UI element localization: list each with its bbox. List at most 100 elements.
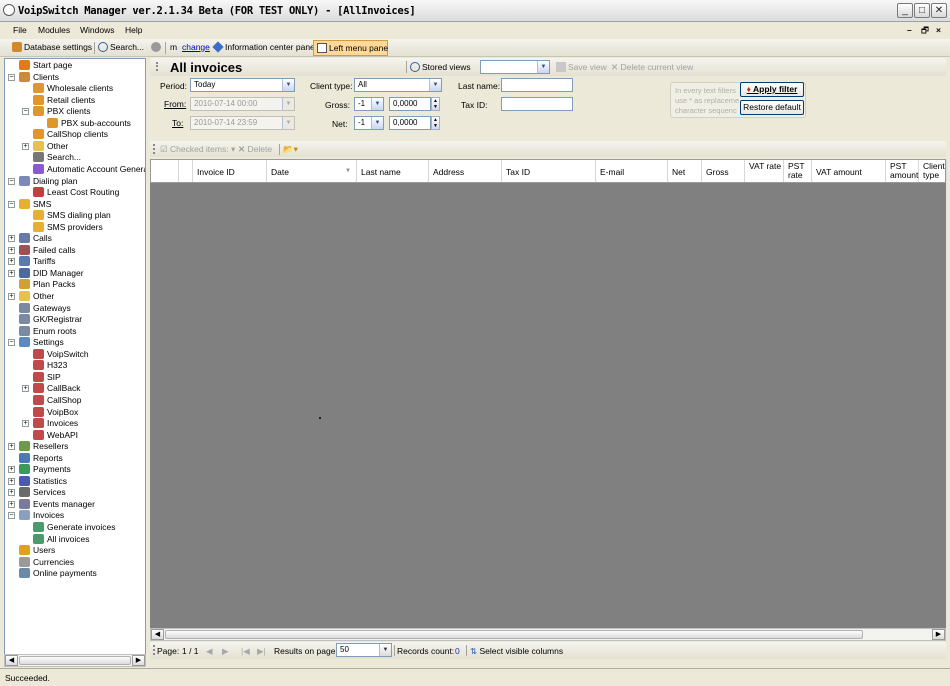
grid-column-header[interactable]: VAT amount: [812, 160, 886, 182]
tree-item[interactable]: Services: [19, 487, 66, 498]
database-settings-button[interactable]: Database settings: [12, 42, 92, 52]
close-button[interactable]: ✕: [931, 3, 947, 18]
grid-column-header[interactable]: Tax ID: [502, 160, 596, 182]
mdi-minimize-icon[interactable]: –: [907, 25, 912, 35]
tree-item[interactable]: Payments: [19, 464, 71, 475]
tree-item[interactable]: Tariffs: [19, 256, 56, 267]
tree-item[interactable]: Search...: [33, 152, 81, 163]
tree-item[interactable]: Events manager: [19, 498, 95, 510]
tree-item[interactable]: Least Cost Routing: [33, 187, 119, 198]
tree-item[interactable]: Failed calls: [19, 244, 76, 256]
grid-column-header[interactable]: E-mail: [596, 160, 668, 182]
collapse-icon[interactable]: −: [8, 177, 15, 185]
gross-operator-select[interactable]: -1 ▼: [354, 97, 384, 111]
gross-input[interactable]: 0,0000: [389, 97, 431, 111]
expand-icon[interactable]: +: [8, 235, 15, 243]
tree-item[interactable]: Statistics: [19, 475, 67, 487]
collapse-icon[interactable]: −: [8, 339, 15, 347]
save-view-button[interactable]: Save view: [556, 62, 607, 72]
scroll-thumb[interactable]: [19, 656, 131, 665]
tree-item[interactable]: Gateways: [19, 302, 71, 314]
tree-item[interactable]: Generate invoices: [33, 522, 116, 533]
mdi-close-icon[interactable]: ×: [936, 25, 941, 35]
last-name-input[interactable]: [501, 78, 573, 92]
next-page-icon[interactable]: ▶: [222, 646, 229, 657]
tax-id-input[interactable]: [501, 97, 573, 111]
tree-item[interactable]: Start page: [19, 60, 72, 71]
tree-item[interactable]: CallBack: [33, 383, 81, 394]
maximize-button[interactable]: □: [914, 3, 930, 18]
tree-item[interactable]: WebAPI: [33, 429, 78, 441]
expand-icon[interactable]: +: [8, 477, 15, 485]
to-date-picker[interactable]: 2010-07-14 23:59 ▼: [190, 116, 295, 130]
export-folder-icon[interactable]: 📂▾: [283, 144, 298, 155]
tree-item[interactable]: Calls: [19, 233, 52, 244]
grid-column-header[interactable]: Gross: [702, 160, 745, 182]
tree-item[interactable]: Other: [33, 140, 68, 152]
prev-page-icon[interactable]: ◀: [206, 646, 213, 657]
tree-item[interactable]: CallShop: [33, 394, 82, 406]
grid-body[interactable]: [150, 183, 946, 628]
expand-icon[interactable]: +: [8, 258, 15, 266]
grid-column-header[interactable]: PST amount: [886, 160, 919, 182]
scroll-thumb[interactable]: [165, 630, 863, 639]
tree-item[interactable]: Clients: [19, 71, 59, 83]
tree-item[interactable]: Settings: [19, 337, 64, 348]
from-date-picker[interactable]: 2010-07-14 00:00 ▼: [190, 97, 295, 111]
tree-item[interactable]: Invoices: [33, 418, 78, 429]
scroll-right-icon[interactable]: ▶: [932, 629, 945, 640]
expand-icon[interactable]: +: [8, 500, 15, 508]
restore-default-button[interactable]: Restore default: [740, 100, 804, 115]
first-page-icon[interactable]: |◀: [241, 646, 250, 657]
grid-column-header[interactable]: Last name: [357, 160, 429, 182]
tree-item[interactable]: Users: [19, 545, 55, 556]
tree-item[interactable]: Retail clients: [33, 94, 95, 106]
expand-icon[interactable]: +: [8, 293, 15, 300]
tree-item[interactable]: Automatic Account Generat: [33, 163, 145, 175]
help-icon[interactable]: [151, 42, 163, 52]
select-visible-columns-button[interactable]: ⇅ Select visible columns: [470, 646, 563, 657]
expand-icon[interactable]: +: [22, 385, 29, 393]
grid-column-header[interactable]: Client type: [919, 160, 947, 182]
expand-icon[interactable]: +: [22, 420, 29, 428]
tree-item[interactable]: Reports: [19, 452, 63, 464]
tree-item[interactable]: SMS: [19, 198, 51, 210]
tree-item[interactable]: Resellers: [19, 441, 68, 452]
change-link[interactable]: change: [182, 42, 210, 52]
delete-button[interactable]: ✕ Delete: [238, 144, 272, 155]
stored-views-button[interactable]: Stored views: [410, 62, 471, 72]
tree-item[interactable]: CallShop clients: [33, 129, 108, 140]
tree-item[interactable]: Online payments: [19, 568, 97, 579]
menu-help[interactable]: Help: [125, 25, 142, 35]
grid-column-header[interactable]: Invoice ID: [193, 160, 267, 182]
expand-icon[interactable]: +: [8, 466, 15, 474]
tree-item[interactable]: SMS providers: [33, 221, 103, 233]
delete-current-view-button[interactable]: ✕ Delete current view: [611, 62, 693, 73]
tree-item[interactable]: GK/Registrar: [19, 314, 82, 325]
expand-icon[interactable]: +: [8, 489, 15, 497]
grid-horizontal-scrollbar[interactable]: ◀ ▶: [150, 628, 946, 641]
tree-item[interactable]: PBX clients: [33, 106, 90, 117]
left-menu-pane-button[interactable]: Left menu pane: [313, 40, 388, 56]
search-button[interactable]: Search...: [98, 42, 144, 52]
client-type-select[interactable]: All ▼: [354, 78, 442, 92]
last-page-icon[interactable]: ▶|: [257, 646, 266, 657]
tree-item[interactable]: Plan Packs: [19, 279, 76, 290]
tree-item[interactable]: SMS dialing plan: [33, 210, 111, 221]
net-input[interactable]: 0,0000: [389, 116, 431, 130]
grid-column-header[interactable]: Address: [429, 160, 502, 182]
tree-item[interactable]: PBX sub-accounts: [47, 117, 131, 129]
tree-item[interactable]: All invoices: [33, 533, 90, 545]
tree-item[interactable]: Invoices: [19, 510, 64, 521]
checked-items-dropdown[interactable]: ☑ Checked items: ▾: [160, 144, 235, 155]
scroll-right-icon[interactable]: ▶: [132, 655, 145, 666]
collapse-icon[interactable]: −: [8, 200, 15, 208]
grid-column-header[interactable]: Net: [668, 160, 702, 182]
menu-windows[interactable]: Windows: [80, 25, 114, 35]
apply-filter-button[interactable]: ♦ Apply filter: [740, 82, 804, 97]
mdi-restore-icon[interactable]: 🗗: [921, 25, 929, 39]
minimize-button[interactable]: _: [897, 3, 913, 18]
tree-item[interactable]: VoipSwitch: [33, 348, 89, 360]
stored-views-select[interactable]: ▼: [480, 60, 550, 74]
tree-item[interactable]: H323: [33, 360, 67, 371]
